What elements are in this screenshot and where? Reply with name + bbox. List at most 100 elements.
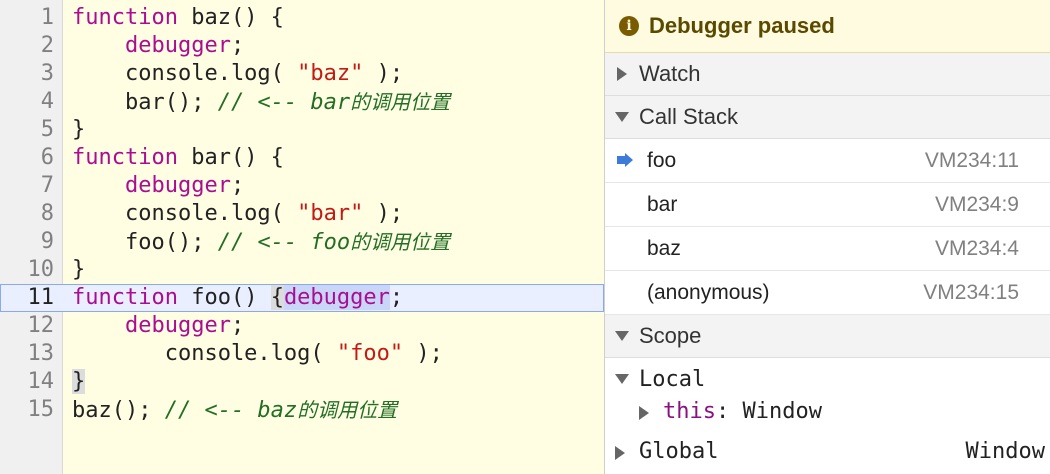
- code-token: ;: [389, 285, 404, 310]
- frame-name: baz: [647, 236, 681, 260]
- line-number[interactable]: 3: [0, 60, 54, 88]
- code-token: // <-- foo: [217, 230, 351, 255]
- call-frame-bar[interactable]: bar VM234:9: [605, 183, 1050, 227]
- code-token: baz() {: [177, 5, 284, 30]
- line-number[interactable]: 1: [0, 4, 54, 32]
- scope-local[interactable]: Local: [605, 362, 1050, 398]
- line-number[interactable]: 7: [0, 172, 54, 200]
- call-stack-section-header[interactable]: Call Stack: [605, 96, 1050, 139]
- code-line[interactable]: 12 debugger;: [0, 312, 604, 340]
- code-token: );: [403, 341, 443, 366]
- code-line[interactable]: 9 foo(); // <-- foo的调用位置: [0, 228, 604, 256]
- watch-label: Watch: [639, 61, 701, 86]
- code-text: debugger;: [72, 32, 244, 60]
- code-token: 的调用位置: [297, 398, 398, 422]
- code-token: bar();: [72, 90, 218, 115]
- frame-name: (anonymous): [647, 280, 770, 304]
- code-token: "foo": [336, 341, 404, 366]
- debugger-sidebar: i Debugger paused Watch Call Stack foo V…: [604, 0, 1050, 474]
- line-number[interactable]: 11: [0, 284, 55, 312]
- code-token: foo();: [72, 230, 218, 255]
- code-line[interactable]: 5}: [0, 116, 604, 144]
- call-stack-label: Call Stack: [639, 104, 739, 129]
- line-number[interactable]: 12: [0, 312, 55, 340]
- code-line[interactable]: 3 console.log( "baz" );: [0, 60, 604, 88]
- current-frame-arrow-icon: [617, 153, 633, 167]
- code-token: 的调用位置: [350, 230, 451, 254]
- code-text: debugger;: [72, 312, 244, 340]
- code-line[interactable]: 13 console.log( "foo" );: [0, 340, 604, 368]
- scope-this-entry[interactable]: this: Window: [605, 394, 1050, 430]
- code-token: );: [363, 201, 404, 226]
- code-line[interactable]: 8 console.log( "bar" );: [0, 200, 604, 228]
- code-token: ;: [230, 173, 245, 198]
- code-text: }: [72, 116, 85, 144]
- line-number[interactable]: 2: [0, 32, 54, 60]
- code-line[interactable]: 2 debugger;: [0, 32, 604, 60]
- code-token: }: [72, 117, 86, 142]
- code-line[interactable]: 10}: [0, 256, 604, 284]
- code-token: function: [72, 5, 178, 30]
- code-token: baz();: [72, 398, 165, 423]
- code-token: // <-- baz: [164, 398, 298, 423]
- code-line[interactable]: 4 bar(); // <-- bar的调用位置: [0, 88, 604, 116]
- code-text: function baz() {: [72, 4, 284, 32]
- this-key: this: [663, 399, 716, 424]
- code-token: bar() {: [177, 145, 284, 170]
- line-number[interactable]: 4: [0, 88, 54, 116]
- frame-location: VM234:11: [924, 148, 1019, 172]
- code-line[interactable]: 14}: [0, 368, 604, 396]
- code-token: // <-- bar: [217, 90, 351, 115]
- source-editor[interactable]: 1 function baz() {2 debugger; 3 console.lo…: [0, 0, 604, 474]
- code-text: foo(); // <-- foo的调用位置: [72, 228, 450, 257]
- code-token: function: [72, 285, 178, 310]
- code-text: bar(); // <-- bar的调用位置: [72, 88, 450, 117]
- expand-triangle-icon: [605, 67, 639, 81]
- call-frame-foo[interactable]: foo VM234:11: [605, 139, 1050, 183]
- code-line[interactable]: 15 baz(); // <-- baz的调用位置: [0, 396, 604, 424]
- collapse-triangle-icon: [605, 112, 639, 122]
- code-line-current[interactable]: 11 function foo() {debugger;: [0, 284, 604, 312]
- line-number[interactable]: 5: [0, 116, 54, 144]
- watch-section-header[interactable]: Watch: [605, 53, 1050, 96]
- expand-triangle-icon: [615, 446, 625, 460]
- code-text: baz(); // <-- baz的调用位置: [72, 396, 397, 425]
- line-number[interactable]: 8: [0, 200, 54, 228]
- code-text: console.log( "bar" );: [72, 200, 403, 228]
- code-token: console.log(: [72, 341, 337, 366]
- call-frame-anonymous[interactable]: (anonymous) VM234:15: [605, 271, 1050, 315]
- code-lines: 1 function baz() {2 debugger; 3 console.lo…: [0, 4, 604, 424]
- code-token: debugger: [283, 285, 390, 310]
- call-frame-baz[interactable]: baz VM234:4: [605, 227, 1050, 271]
- code-token: }: [72, 257, 86, 282]
- code-line[interactable]: 6 function bar() {: [0, 144, 604, 172]
- code-line[interactable]: 1 function baz() {: [0, 4, 604, 32]
- code-line[interactable]: 7 debugger;: [0, 172, 604, 200]
- debugger-paused-banner: i Debugger paused: [605, 0, 1050, 53]
- code-token: ;: [230, 313, 245, 338]
- code-token: "bar": [297, 201, 364, 226]
- code-token: {: [270, 285, 284, 310]
- global-label: Global: [639, 439, 719, 464]
- code-token: 的调用位置: [350, 90, 451, 114]
- line-number[interactable]: 6: [0, 144, 54, 172]
- scope-section-header[interactable]: Scope: [605, 315, 1050, 358]
- code-text: console.log( "foo" );: [72, 340, 443, 368]
- code-token: foo(): [177, 285, 271, 310]
- local-label: Local: [639, 367, 706, 392]
- line-number[interactable]: 9: [0, 228, 54, 256]
- line-number[interactable]: 13: [0, 340, 55, 368]
- code-token: function: [72, 145, 178, 170]
- line-number[interactable]: 10: [0, 256, 55, 284]
- frame-location: VM234:9: [934, 192, 1019, 216]
- code-token: }: [72, 369, 86, 394]
- line-number[interactable]: 15: [0, 396, 55, 424]
- collapse-triangle-icon: [605, 331, 639, 341]
- this-entry-text: this: Window: [663, 394, 822, 430]
- frame-location: VM234:4: [934, 236, 1019, 260]
- scope-global[interactable]: Global Window: [605, 434, 1050, 470]
- line-number[interactable]: 14: [0, 368, 55, 396]
- this-sep: :: [715, 399, 743, 424]
